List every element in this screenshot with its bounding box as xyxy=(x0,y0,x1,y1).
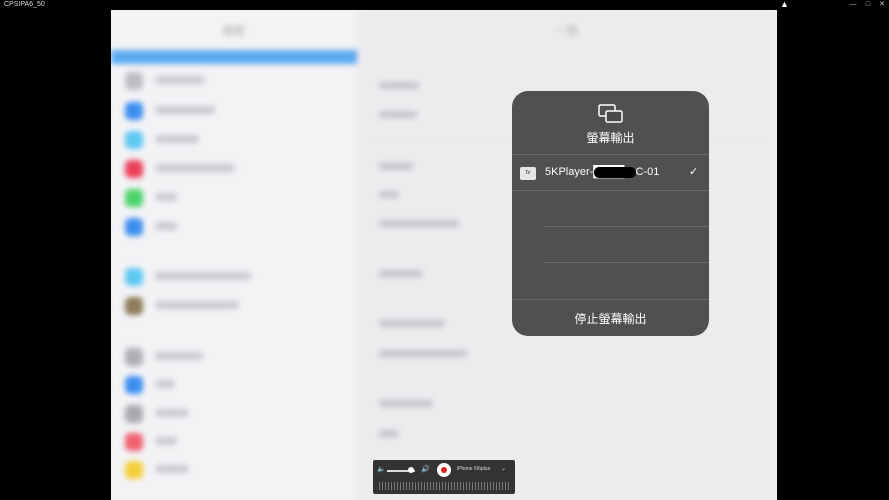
main-row xyxy=(379,320,445,327)
sidebar-row xyxy=(125,72,345,90)
sidebar-row xyxy=(125,218,345,236)
close-button[interactable]: ✕ xyxy=(875,0,889,10)
sidebar-row xyxy=(125,348,345,366)
main-row xyxy=(379,430,399,437)
main-row xyxy=(379,220,459,227)
sidebar-row xyxy=(125,268,345,286)
device-row-5kplayer[interactable]: tv 5KPlayer-████-PC-01 ✓ xyxy=(512,155,709,191)
checkmark-icon: ✓ xyxy=(689,166,699,178)
main-row xyxy=(379,270,423,277)
main-row xyxy=(379,82,419,89)
main-row xyxy=(379,111,417,118)
sidebar-row xyxy=(125,160,345,178)
main-row xyxy=(379,163,413,170)
chevron-down-icon[interactable]: ⌄ xyxy=(501,465,506,472)
sidebar-row xyxy=(125,405,345,423)
stop-mirroring-button[interactable]: 停止螢幕輸出 xyxy=(512,303,709,336)
record-button[interactable] xyxy=(437,463,451,477)
redaction-mark xyxy=(594,167,636,178)
panel-title: 螢幕輸出 xyxy=(586,131,635,145)
empty-row-divider xyxy=(545,226,709,227)
maximize-button[interactable]: □ xyxy=(861,0,875,10)
sidebar-row xyxy=(125,297,345,315)
screen-mirroring-icon xyxy=(598,104,623,123)
minimize-button[interactable]: — xyxy=(846,0,860,10)
sidebar-row xyxy=(125,102,345,120)
sidebar-selected-row xyxy=(111,50,357,64)
volume-high-icon: 🔊 xyxy=(421,466,430,473)
volume-low-icon: 🔈 xyxy=(377,466,386,473)
sidebar-header: 設定 xyxy=(223,25,245,37)
apple-tv-icon: tv xyxy=(520,167,536,180)
device-select[interactable]: iPhone 6/6plus xyxy=(457,466,490,472)
sidebar-row xyxy=(125,376,345,394)
sidebar-row xyxy=(125,131,345,149)
record-dot-icon xyxy=(441,467,447,473)
window-titlebar: CPSIPA6_50 — □ ✕ xyxy=(0,0,889,10)
window-title: CPSIPA6_50 xyxy=(4,1,45,8)
main-row xyxy=(379,191,399,198)
sidebar-row xyxy=(125,433,345,451)
divider xyxy=(512,299,709,300)
volume-slider-knob[interactable] xyxy=(407,467,414,473)
timeline-ticks xyxy=(379,482,509,490)
empty-row-divider xyxy=(545,262,709,263)
sidebar-row xyxy=(125,461,345,479)
sidebar-row xyxy=(125,189,345,207)
recording-toolbar: 🔈 🔊 iPhone 6/6plus ⌄ xyxy=(373,460,515,494)
main-row xyxy=(379,350,467,357)
screen-mirroring-panel: 螢幕輸出 tv 5KPlayer-████-PC-01 ✓ 停止螢幕輸出 xyxy=(512,91,709,336)
main-header: 一般 xyxy=(556,25,578,37)
settings-sidebar: 設定 xyxy=(111,10,357,500)
divider xyxy=(512,190,709,191)
main-row xyxy=(379,400,433,407)
mouse-cursor-icon: ▲ xyxy=(780,0,789,9)
